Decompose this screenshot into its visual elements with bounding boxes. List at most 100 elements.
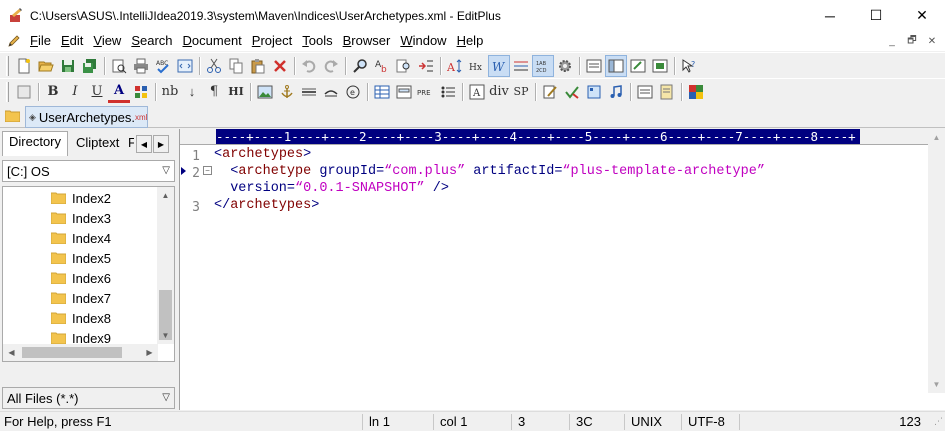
toolbar-grip[interactable] (6, 81, 9, 102)
file-list-vertical-scrollbar[interactable]: ▲ ▼ (157, 187, 174, 344)
file-filter-select[interactable]: All Files (*.*) ▽ (2, 387, 175, 409)
list-item[interactable]: Index5 (51, 248, 111, 268)
word-wrap-icon[interactable]: W (488, 54, 510, 77)
resize-grip-icon[interactable]: ⋰ (934, 416, 943, 427)
code-text[interactable]: <archetypes> <archetype groupId=“com.plu… (214, 146, 765, 214)
document-tab[interactable]: ◈ UserArchetypes. xml (25, 106, 148, 128)
color-picker-icon[interactable] (685, 81, 707, 103)
goto-line-icon[interactable] (415, 55, 437, 77)
output-window-icon[interactable] (583, 55, 605, 77)
scroll-down-icon[interactable]: ▼ (928, 376, 945, 393)
tab-directory[interactable]: Directory (2, 131, 69, 156)
list-icon[interactable] (437, 81, 459, 103)
mdi-close-button[interactable]: ✕ (923, 33, 941, 49)
scroll-up-icon[interactable]: ▲ (928, 129, 945, 146)
print-icon[interactable] (130, 55, 152, 77)
cut-icon[interactable] (203, 55, 225, 77)
scroll-left-icon[interactable]: ◀ (3, 344, 20, 361)
list-item[interactable]: Index3 (51, 208, 111, 228)
tab-cliptext[interactable]: Cliptext (70, 133, 125, 155)
form-icon[interactable] (393, 81, 415, 103)
list-item[interactable]: Index6 (51, 268, 111, 288)
tab-scroll-right-icon[interactable]: ▶ (153, 135, 169, 153)
scroll-down-icon[interactable]: ▼ (157, 327, 174, 344)
template-icon[interactable] (634, 81, 656, 103)
fullscreen-icon[interactable] (649, 55, 671, 77)
font-color-button[interactable]: A (108, 81, 130, 103)
menu-browser[interactable]: Browser (338, 31, 396, 51)
list-item[interactable]: Index8 (51, 308, 111, 328)
media-music-icon[interactable] (605, 81, 627, 103)
font-size-icon[interactable]: A (444, 55, 466, 77)
close-button[interactable]: ✕ (899, 0, 945, 31)
open-file-icon[interactable] (35, 55, 57, 77)
save-all-icon[interactable] (79, 55, 101, 77)
browser-view-icon[interactable] (174, 55, 196, 77)
redo-icon[interactable] (320, 55, 342, 77)
document-pencil-icon[interactable] (7, 34, 21, 48)
copy-icon[interactable] (225, 55, 247, 77)
anchor-icon[interactable] (276, 81, 298, 103)
editor-vertical-scrollbar[interactable]: ▲ ▼ (928, 129, 945, 393)
html-color-icon[interactable] (130, 81, 152, 103)
hex-viewer-icon[interactable]: Hx (466, 55, 488, 77)
paragraph-button[interactable]: ¶ (203, 81, 225, 103)
context-help-icon[interactable]: ? (678, 55, 700, 77)
heading-button[interactable]: HI (225, 81, 247, 103)
tab-scroll-left-icon[interactable]: ◀ (136, 135, 152, 153)
nbsp-button[interactable]: nb (159, 81, 181, 103)
find-icon[interactable] (349, 55, 371, 77)
status-line-ending[interactable]: UNIX (631, 414, 662, 429)
list-item[interactable]: Index7 (51, 288, 111, 308)
line-break-button[interactable]: ↓ (181, 81, 203, 103)
check-icon[interactable] (561, 81, 583, 103)
scroll-up-icon[interactable]: ▲ (157, 187, 174, 204)
maximize-button[interactable]: ☐ (853, 0, 899, 31)
undo-icon[interactable] (298, 55, 320, 77)
delete-icon[interactable] (269, 55, 291, 77)
table-icon[interactable] (371, 81, 393, 103)
fold-collapse-icon[interactable]: − (203, 166, 212, 175)
scroll-thumb[interactable] (22, 347, 122, 358)
print-preview-icon[interactable] (108, 55, 130, 77)
tab-third[interactable]: F (126, 133, 134, 155)
list-item[interactable]: Index4 (51, 228, 111, 248)
div-button[interactable]: div (488, 81, 510, 103)
menu-file[interactable]: File (25, 31, 56, 51)
menu-document[interactable]: Document (178, 31, 247, 51)
find-in-files-icon[interactable] (393, 55, 415, 77)
underline-button[interactable]: U (86, 81, 108, 103)
new-file-icon[interactable] (13, 55, 35, 77)
menu-window[interactable]: Window (395, 31, 451, 51)
save-icon[interactable] (57, 55, 79, 77)
mdi-minimize-button[interactable]: _ (883, 33, 901, 49)
file-list-horizontal-scrollbar[interactable]: ◀ ▶ (3, 344, 158, 361)
cliptext-window-icon[interactable] (627, 55, 649, 77)
directory-window-icon[interactable] (605, 54, 627, 77)
menu-tools[interactable]: Tools (297, 31, 337, 51)
image-icon[interactable] (254, 81, 276, 103)
horizontal-rule-icon[interactable] (298, 81, 320, 103)
folder-icon[interactable] (4, 109, 21, 123)
spell-check-icon[interactable]: ABC (152, 55, 174, 77)
drive-select[interactable]: [C:] OS ▽ (2, 160, 175, 182)
status-encoding[interactable]: UTF-8 (688, 414, 725, 429)
bold-button[interactable]: B (42, 81, 64, 103)
mdi-restore-button[interactable]: 🗗 (903, 33, 921, 49)
preferences-gear-icon[interactable] (554, 55, 576, 77)
paste-icon[interactable] (247, 55, 269, 77)
editor-pane[interactable]: ----+----1----+----2----+----3----+----4… (179, 129, 945, 410)
color-palette-icon[interactable] (13, 81, 35, 103)
comment-icon[interactable] (320, 81, 342, 103)
menu-view[interactable]: View (88, 31, 126, 51)
line-numbers-toggle-icon[interactable] (510, 55, 532, 77)
column-select-icon[interactable]: 1AB 2CD (532, 54, 554, 77)
menu-help[interactable]: Help (452, 31, 489, 51)
special-char-icon[interactable]: e (342, 81, 364, 103)
list-item[interactable]: Index2 (51, 188, 111, 208)
toolbar-grip[interactable] (6, 55, 9, 76)
script-icon[interactable] (583, 81, 605, 103)
scroll-right-icon[interactable]: ▶ (141, 344, 158, 361)
replace-icon[interactable]: Ab (371, 55, 393, 77)
span-button[interactable]: SP (510, 81, 532, 103)
